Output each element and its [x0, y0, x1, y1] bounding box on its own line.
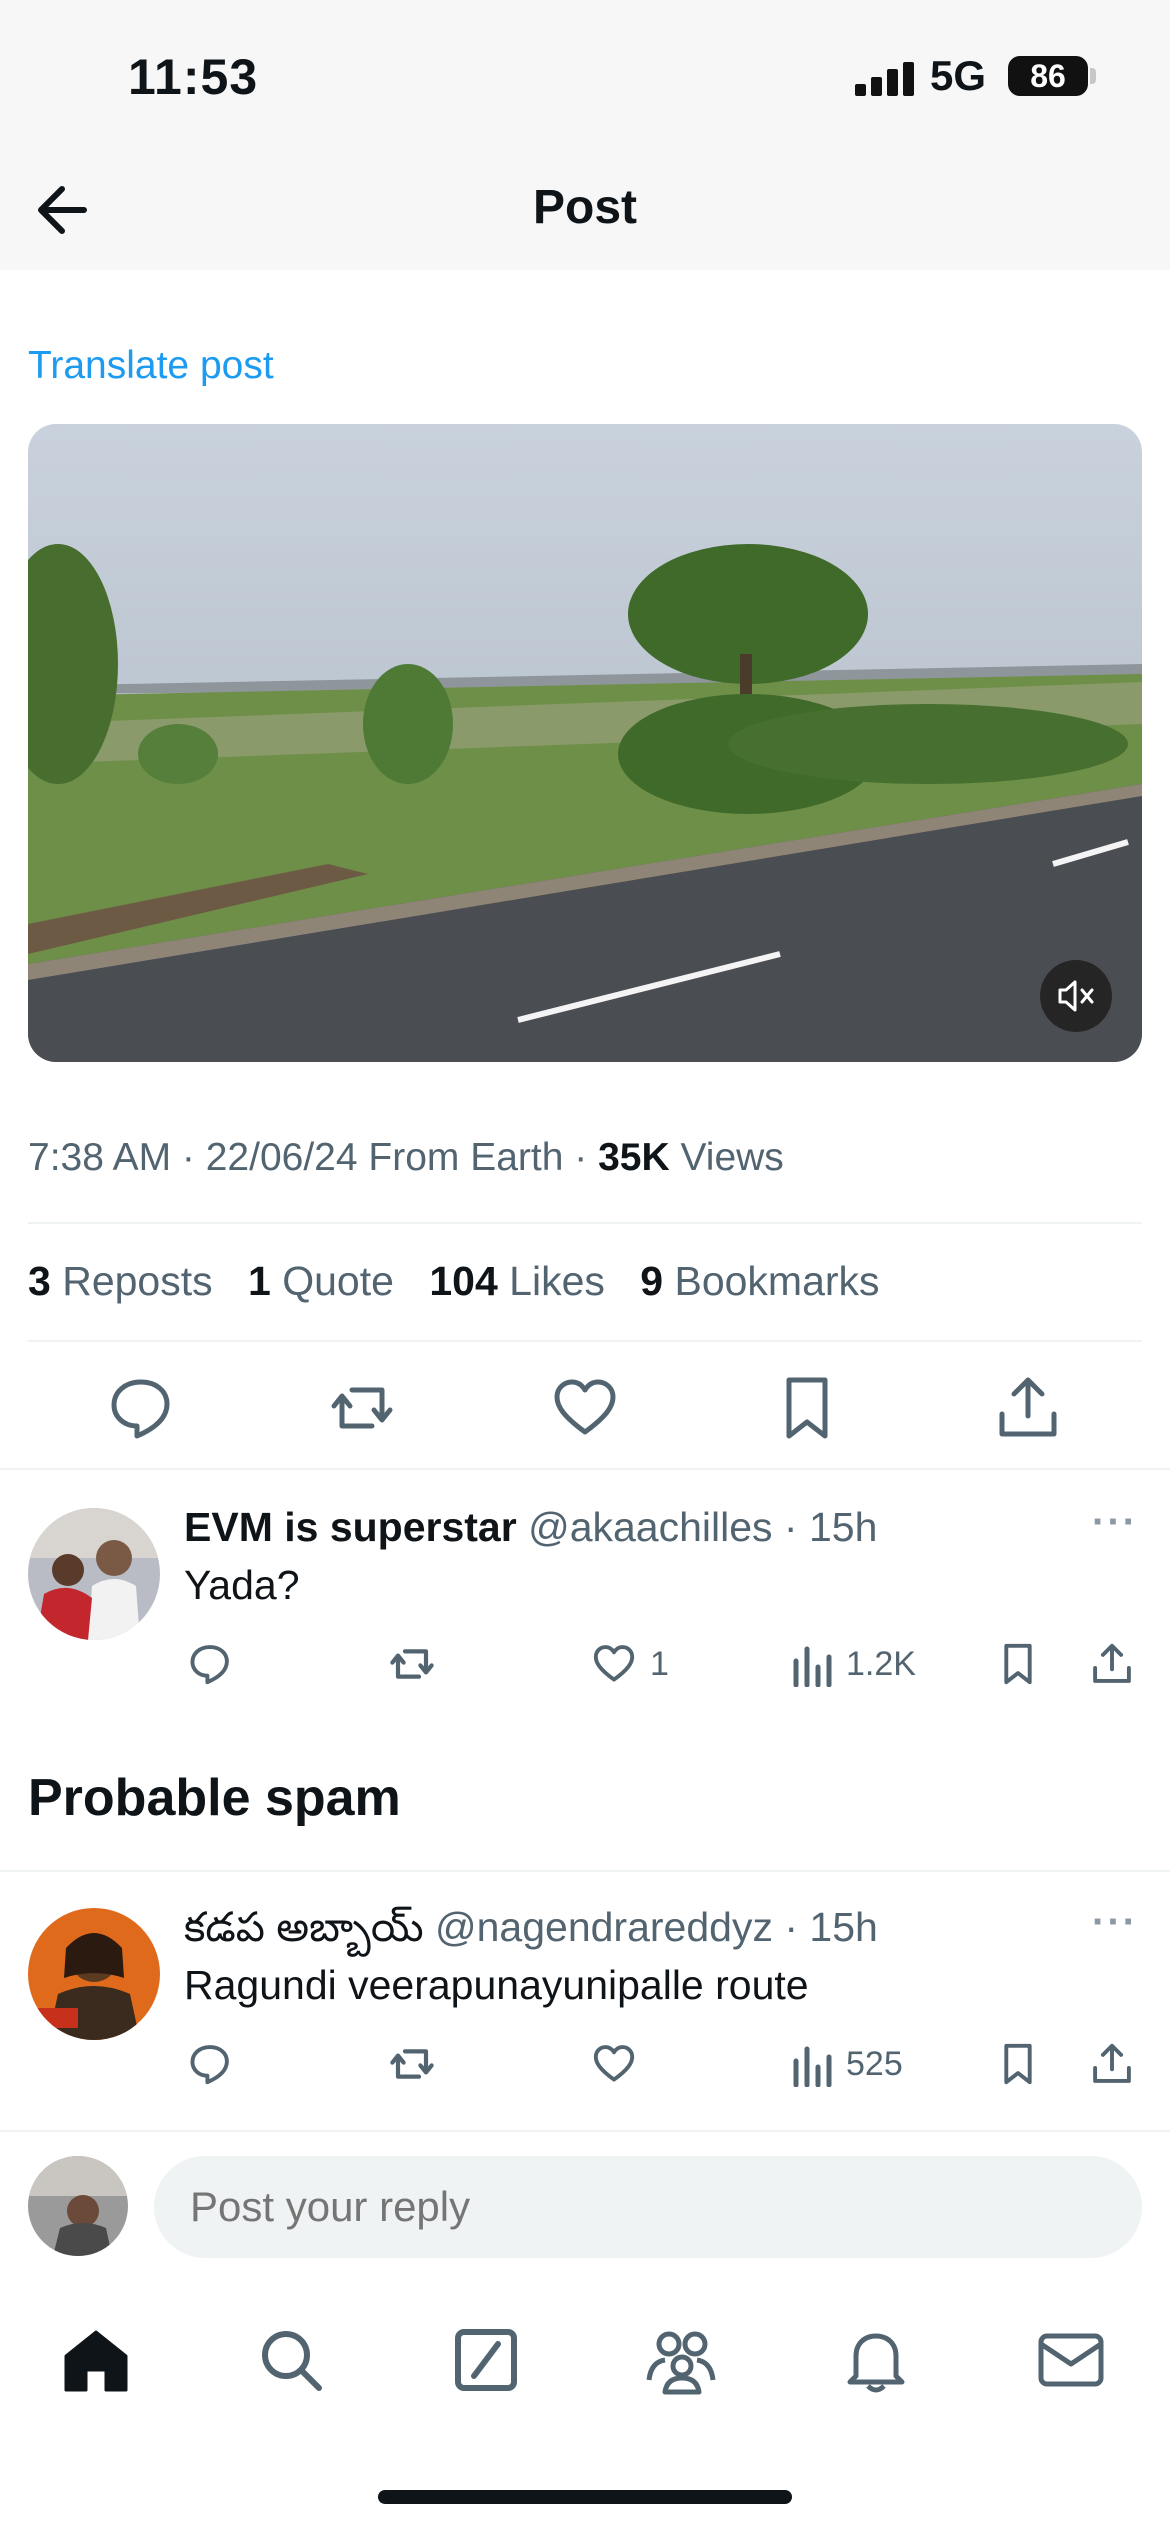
reply-action-reply[interactable] — [184, 2034, 246, 2094]
reply-action-bookmark[interactable] — [992, 1634, 1054, 1694]
reply-action-share[interactable] — [1086, 1634, 1148, 1694]
translate-post-link[interactable]: Translate post — [28, 344, 274, 388]
tab-messages-icon[interactable] — [1031, 2320, 1111, 2400]
reply-text: Ragundi veerapunayunipalle route — [184, 1962, 809, 2008]
page-title: Post — [532, 181, 637, 234]
quotes-stat[interactable]: 1 Quote — [248, 1258, 394, 1304]
like-icon — [593, 1645, 635, 1682]
reply-action-views[interactable]: 1.2K — [790, 1634, 916, 1694]
reply-view-count: 1.2K — [846, 1644, 916, 1683]
reply-author-name[interactable]: కడప అబ్బాయ్ — [184, 1904, 424, 1950]
divider — [28, 1340, 1142, 1342]
battery-tip — [1090, 68, 1096, 84]
more-options-icon[interactable]: ··· — [1092, 1900, 1138, 1945]
views-icon — [793, 2046, 832, 2087]
reply-header: EVM is superstar @akaachilles · 15h — [184, 1504, 877, 1551]
reply-author-name[interactable]: EVM is superstar — [184, 1504, 517, 1550]
reply-action-like[interactable] — [588, 2034, 650, 2094]
views-count: 35K — [598, 1136, 670, 1179]
views-label: Views — [669, 1136, 784, 1179]
reply-icon — [190, 1645, 229, 1685]
reply-action-share[interactable] — [1086, 2034, 1148, 2094]
reply-action-repost[interactable] — [384, 1634, 450, 1694]
reply-text: Yada? — [184, 1562, 300, 1608]
reply-input[interactable] — [154, 2156, 1142, 2258]
post-stats: 3 Reposts 1 Quote 104 Likes 9 Bookmarks — [28, 1258, 904, 1305]
divider — [0, 2130, 1170, 2132]
tab-home-icon[interactable] — [56, 2320, 136, 2400]
bookmark-icon[interactable] — [767, 1368, 847, 1448]
reply-like-count: 1 — [650, 1644, 669, 1683]
share-icon — [1093, 2043, 1131, 2083]
reply-icon — [190, 2045, 229, 2085]
avatar[interactable] — [28, 1908, 160, 2040]
section-title-spam: Probable spam — [28, 1769, 401, 1827]
signal-icon — [855, 62, 917, 96]
reply-action-repost[interactable] — [384, 2034, 450, 2094]
post-video[interactable] — [28, 424, 1142, 1062]
reply-action-bookmark[interactable] — [992, 2034, 1054, 2094]
like-icon — [593, 2045, 635, 2082]
tab-search-icon[interactable] — [251, 2320, 331, 2400]
views-icon — [793, 1646, 832, 1687]
like-icon[interactable] — [545, 1368, 625, 1448]
reply-author-handle[interactable]: @nagendrareddyz · 15h — [424, 1904, 878, 1950]
reply-icon[interactable] — [101, 1368, 181, 1448]
more-options-icon[interactable]: ··· — [1092, 1500, 1138, 1545]
home-indicator[interactable] — [378, 2490, 792, 2504]
divider — [0, 1870, 1170, 1872]
tab-communities-icon[interactable] — [641, 2320, 721, 2400]
bookmark-icon — [1004, 1643, 1032, 1685]
divider — [0, 1468, 1170, 1470]
repost-icon[interactable] — [322, 1368, 402, 1448]
bookmarks-stat[interactable]: 9 Bookmarks — [640, 1258, 879, 1304]
post-timestamp: 7:38 AM · 22/06/24 From Earth · — [28, 1136, 599, 1179]
reposts-stat[interactable]: 3 Reposts — [28, 1258, 213, 1304]
network-type: 5G — [930, 52, 987, 99]
bookmark-icon — [1004, 2043, 1032, 2085]
tab-grok-icon[interactable] — [446, 2320, 526, 2400]
reply-action-reply[interactable] — [184, 1634, 246, 1694]
repost-icon — [390, 1649, 434, 1679]
divider — [28, 1222, 1142, 1224]
share-icon[interactable] — [988, 1368, 1068, 1448]
reply-view-count: 525 — [846, 2044, 903, 2083]
avatar[interactable] — [28, 2156, 128, 2256]
likes-stat[interactable]: 104 Likes — [429, 1258, 605, 1304]
post-meta: 7:38 AM · 22/06/24 From Earth · 35K View… — [28, 1136, 784, 1180]
reply-header: కడప అబ్బాయ్ @nagendrareddyz · 15h — [184, 1904, 878, 1961]
repost-icon — [390, 2049, 434, 2079]
reply-action-like[interactable]: 1 — [588, 1634, 669, 1694]
battery-icon: 86 — [1008, 56, 1088, 96]
reply-author-handle[interactable]: @akaachilles · 15h — [517, 1504, 877, 1550]
mute-icon[interactable] — [1040, 960, 1112, 1032]
reply-action-views[interactable]: 525 — [790, 2034, 903, 2094]
share-icon — [1093, 1643, 1131, 1683]
status-time: 11:53 — [128, 49, 259, 105]
tab-notifications-icon[interactable] — [836, 2320, 916, 2400]
avatar[interactable] — [28, 1508, 160, 1640]
